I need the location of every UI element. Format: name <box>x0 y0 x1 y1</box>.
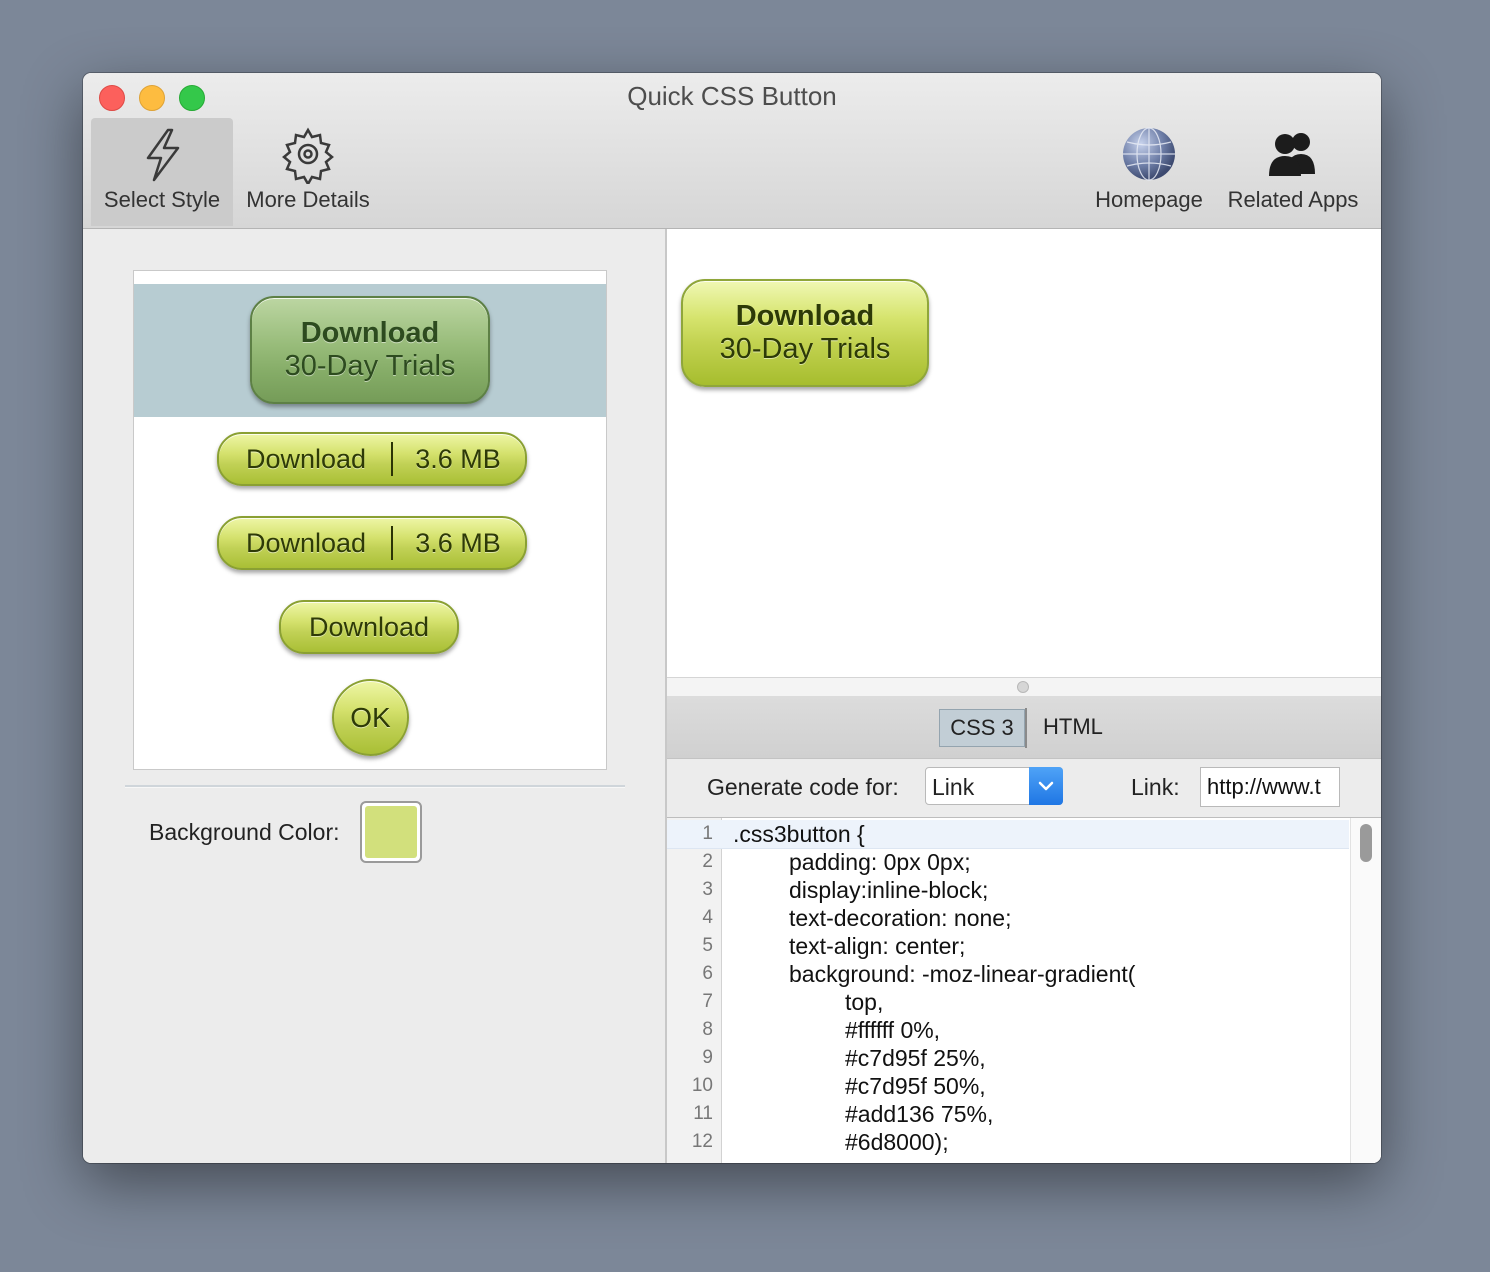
preview-button[interactable]: Download 30-Day Trials <box>681 279 929 387</box>
lightning-bolt-icon <box>146 128 180 182</box>
window-title: Quick CSS Button <box>627 81 837 111</box>
toolbar-homepage[interactable]: Homepage <box>1088 118 1210 226</box>
line-number: 10 <box>691 1075 713 1096</box>
code-text: .css3button { <box>733 821 865 847</box>
code-line[interactable]: 11 #add136 75%, <box>667 1100 1349 1128</box>
preview-line1: Download <box>735 300 875 332</box>
code-line[interactable]: 3 display:inline-block; <box>667 876 1349 904</box>
line-number: 7 <box>702 991 713 1012</box>
selected-style-row[interactable]: Download 30-Day Trials <box>134 284 606 417</box>
code-text: text-decoration: none; <box>789 905 1012 931</box>
code-text: padding: 0px 0px; <box>789 849 971 875</box>
style-big-line1: Download <box>300 317 440 349</box>
scrollbar-thumb[interactable] <box>1360 824 1372 862</box>
code-line[interactable]: 1 .css3button { <box>667 820 1349 849</box>
line-number: 1 <box>702 823 713 844</box>
generate-code-label: Generate code for: <box>707 774 899 800</box>
code-text: #c7d95f 50%, <box>845 1073 986 1099</box>
generate-type-select[interactable]: Link <box>925 767 1063 805</box>
globe-icon <box>1123 127 1175 181</box>
code-line[interactable]: 6 background: -moz-linear-gradient( <box>667 960 1349 988</box>
code-tab-bar: CSS 3 HTML <box>667 696 1381 759</box>
code-text: top, <box>845 989 884 1015</box>
gear-icon <box>282 127 334 184</box>
line-number: 3 <box>702 879 713 900</box>
code-text: display:inline-block; <box>789 877 989 903</box>
code-line[interactable]: 7 top, <box>667 988 1349 1016</box>
color-swatch <box>365 806 417 858</box>
button-preview-area: Download 30-Day Trials <box>667 229 1381 677</box>
code-text: #add136 75%, <box>845 1101 994 1127</box>
app-window: Quick CSS Button Select Style More Detai… <box>83 73 1381 1163</box>
line-number: 12 <box>691 1131 713 1152</box>
line-number: 9 <box>702 1047 713 1068</box>
style-download-size-button-1[interactable]: Download 3.6 MB <box>217 432 527 486</box>
link-label: Link: <box>1131 774 1180 800</box>
code-text: text-align: center; <box>789 933 966 959</box>
preview-line2: 30-Day Trials <box>719 333 891 365</box>
style-ok-button[interactable]: OK <box>332 679 409 756</box>
line-number: 2 <box>702 851 713 872</box>
line-number: 11 <box>693 1103 713 1124</box>
line-number: 5 <box>702 935 713 956</box>
tab-separator <box>1025 708 1027 748</box>
chevron-down-icon[interactable] <box>1029 767 1063 805</box>
code-text: #6d8000); <box>845 1129 949 1155</box>
generate-options-row: Generate code for: Link Link: <box>667 759 1381 817</box>
tab-css3[interactable]: CSS 3 <box>939 709 1025 747</box>
code-line[interactable]: 4 text-decoration: none; <box>667 904 1349 932</box>
background-color-label: Background Color: <box>149 819 340 845</box>
style-download-button[interactable]: Download <box>279 600 459 654</box>
split-button-size: 3.6 MB <box>415 527 501 558</box>
code-line[interactable]: 5 text-align: center; <box>667 932 1349 960</box>
style-download-trials-button[interactable]: Download 30-Day Trials <box>250 296 490 404</box>
toolbar: Quick CSS Button Select Style More Detai… <box>83 73 1381 229</box>
toolbar-related-apps[interactable]: Related Apps <box>1218 118 1368 226</box>
more-details-label: More Details <box>246 187 370 212</box>
code-line[interactable]: 8 #ffffff 0%, <box>667 1016 1349 1044</box>
style-download-size-button-2[interactable]: Download 3.6 MB <box>217 516 527 570</box>
style-selection-pane: Download 30-Day Trials Download 3.6 MB D… <box>83 229 665 1163</box>
divider <box>125 785 625 788</box>
split-button-label: Download <box>245 527 367 558</box>
code-text: background: -moz-linear-gradient( <box>789 961 1136 987</box>
people-icon <box>1269 133 1315 176</box>
code-line[interactable]: 12 #6d8000); <box>667 1128 1349 1156</box>
horizontal-splitter[interactable] <box>667 677 1381 697</box>
toolbar-select-style[interactable]: Select Style <box>91 118 233 226</box>
code-editor[interactable]: 1 .css3button { 2 padding: 0px 0px; 3 display… <box>667 817 1381 1163</box>
code-line[interactable]: 10 #c7d95f 50%, <box>667 1072 1349 1100</box>
split-button-size: 3.6 MB <box>415 443 501 474</box>
code-text: #ffffff 0%, <box>845 1017 941 1043</box>
background-color-well[interactable] <box>360 801 422 863</box>
generate-type-value: Link <box>932 774 975 800</box>
homepage-label: Homepage <box>1095 187 1203 212</box>
toolbar-more-details[interactable]: More Details <box>233 118 383 226</box>
splitter-handle[interactable] <box>1017 681 1029 693</box>
line-number: 4 <box>702 907 713 928</box>
tab-html[interactable]: HTML <box>1033 709 1113 745</box>
link-url-input[interactable] <box>1200 767 1340 807</box>
button-style-list[interactable]: Download 30-Day Trials Download 3.6 MB D… <box>133 270 607 770</box>
line-number: 8 <box>702 1019 713 1040</box>
select-style-label: Select Style <box>103 187 221 212</box>
code-scrollbar[interactable] <box>1350 818 1381 1163</box>
related-apps-label: Related Apps <box>1227 187 1359 212</box>
line-number: 6 <box>702 963 713 984</box>
split-button-label: Download <box>245 443 367 474</box>
code-line[interactable]: 2 padding: 0px 0px; <box>667 848 1349 876</box>
style-big-line2: 30-Day Trials <box>284 350 456 382</box>
code-text: #c7d95f 25%, <box>845 1045 986 1071</box>
code-line[interactable]: 9 #c7d95f 25%, <box>667 1044 1349 1072</box>
